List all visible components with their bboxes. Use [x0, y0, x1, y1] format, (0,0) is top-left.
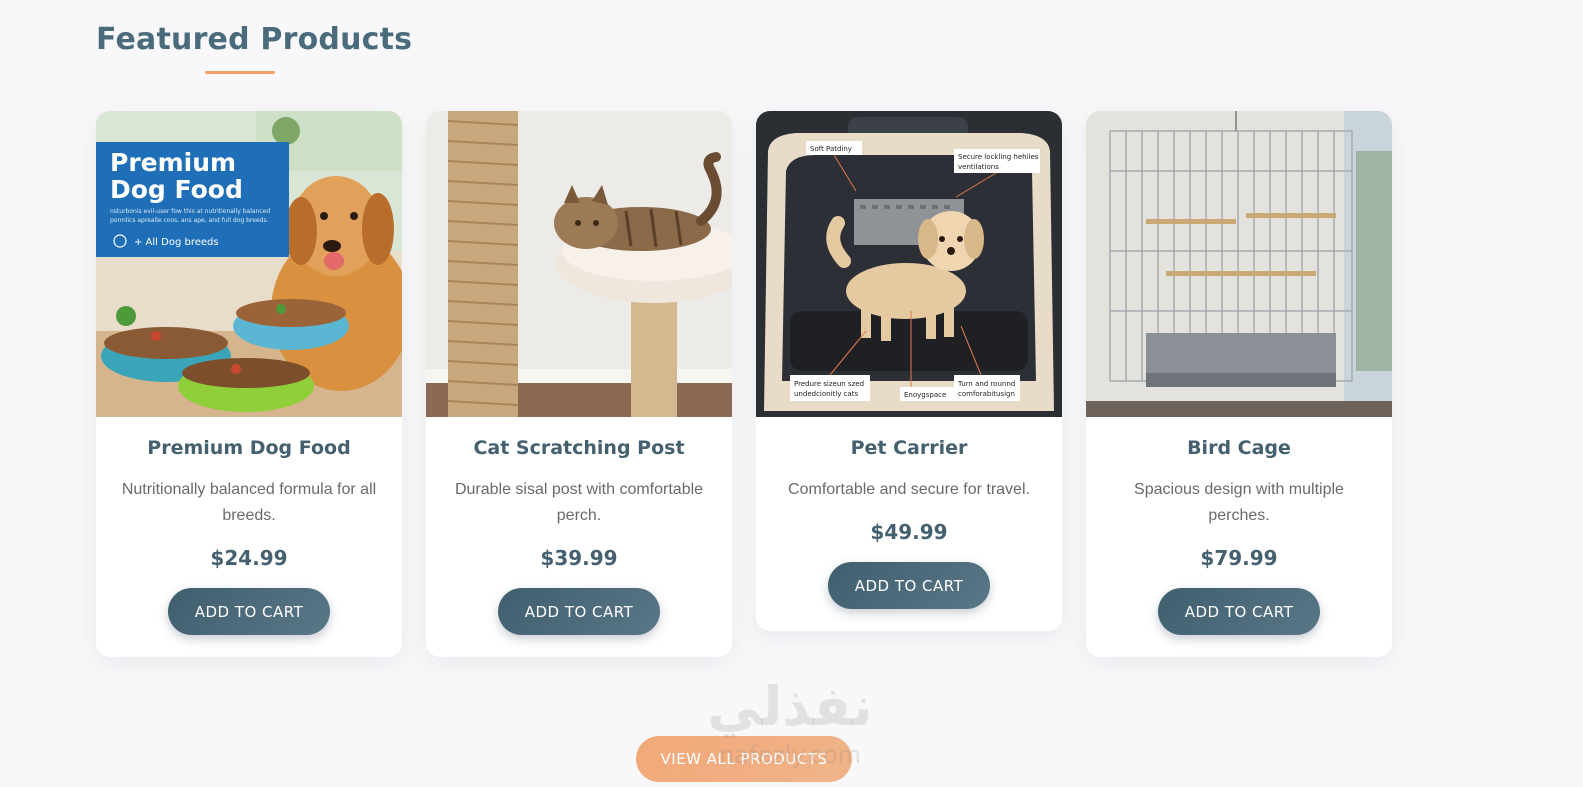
carrier-label-top-right-2: ventilations: [958, 163, 999, 171]
banner-title-line1: Premium: [110, 148, 236, 177]
carrier-label-bottom-left-1: Predure sizeun szed: [794, 380, 864, 388]
banner-title-line2: Dog Food: [110, 175, 243, 204]
product-description: Nutritionally balanced formula for all b…: [121, 481, 377, 524]
carrier-label-bottom-right-2: comforabitusign: [958, 390, 1015, 398]
product-image-bird-cage[interactable]: [1086, 111, 1392, 417]
product-image-pet-carrier[interactable]: Soft Patdiny Secure lockling hehiles ven…: [756, 111, 1062, 417]
banner-text-line2: pormlics aprealle coos, ans ape, and ful…: [110, 217, 269, 224]
product-image-cat-scratching-post[interactable]: [426, 111, 732, 417]
section-title: Featured Products: [96, 22, 413, 57]
product-description: Spacious design with multiple perches.: [1134, 481, 1344, 524]
carrier-label-top-left: Soft Patdiny: [810, 145, 852, 153]
product-price: $49.99: [870, 520, 948, 544]
product-card-cat-scratching-post: Cat Scratching Post Durable sisal post w…: [426, 111, 732, 657]
watermark-arabic: نفذلي: [707, 675, 873, 738]
dog-food-photo: Premium Dog Food nsturbonis evil-user fo…: [96, 111, 402, 417]
product-name[interactable]: Bird Cage: [1086, 437, 1392, 459]
carrier-label-bottom-mid: Enoygspace: [904, 391, 946, 399]
product-price: $39.99: [540, 546, 618, 570]
product-card-bird-cage: Bird Cage Spacious design with multiple …: [1086, 111, 1392, 657]
title-underline: [205, 71, 275, 74]
cat-scratching-post-photo: [426, 111, 732, 417]
pet-carrier-photo: Soft Patdiny Secure lockling hehiles ven…: [756, 111, 1062, 417]
carrier-label-top-right-1: Secure lockling hehiles: [958, 153, 1039, 161]
product-name[interactable]: Pet Carrier: [756, 437, 1062, 459]
product-price: $79.99: [1200, 546, 1278, 570]
banner-text-line1: nsturbonis evil-user fow this at nutriti…: [110, 208, 270, 215]
product-image-dog-food[interactable]: Premium Dog Food nsturbonis evil-user fo…: [96, 111, 402, 417]
product-name[interactable]: Premium Dog Food: [96, 437, 402, 459]
carrier-label-bottom-left-2: undedcionitly cats: [794, 390, 858, 398]
product-grid: Premium Dog Food nsturbonis evil-user fo…: [96, 111, 1392, 657]
add-to-cart-button[interactable]: ADD TO CART: [498, 588, 660, 635]
add-to-cart-button[interactable]: ADD TO CART: [1158, 588, 1320, 635]
featured-products-page: Featured Products Premium Dog Food nstur…: [0, 0, 1583, 787]
product-card-pet-carrier: Soft Patdiny Secure lockling hehiles ven…: [756, 111, 1062, 631]
carrier-label-bottom-right-1: Turn and rounnd: [957, 380, 1015, 388]
product-card-dog-food: Premium Dog Food nsturbonis evil-user fo…: [96, 111, 402, 657]
banner-tag: + All Dog breeds: [134, 237, 219, 248]
product-name[interactable]: Cat Scratching Post: [426, 437, 732, 459]
product-description: Durable sisal post with comfortable perc…: [454, 481, 704, 524]
bird-cage-photo: [1086, 111, 1392, 417]
add-to-cart-button[interactable]: ADD TO CART: [828, 562, 990, 609]
product-price: $24.99: [210, 546, 288, 570]
view-all-products-button[interactable]: VIEW ALL PRODUCTS: [636, 736, 852, 782]
add-to-cart-button[interactable]: ADD TO CART: [168, 588, 330, 635]
product-description: Comfortable and secure for travel.: [788, 481, 1030, 498]
